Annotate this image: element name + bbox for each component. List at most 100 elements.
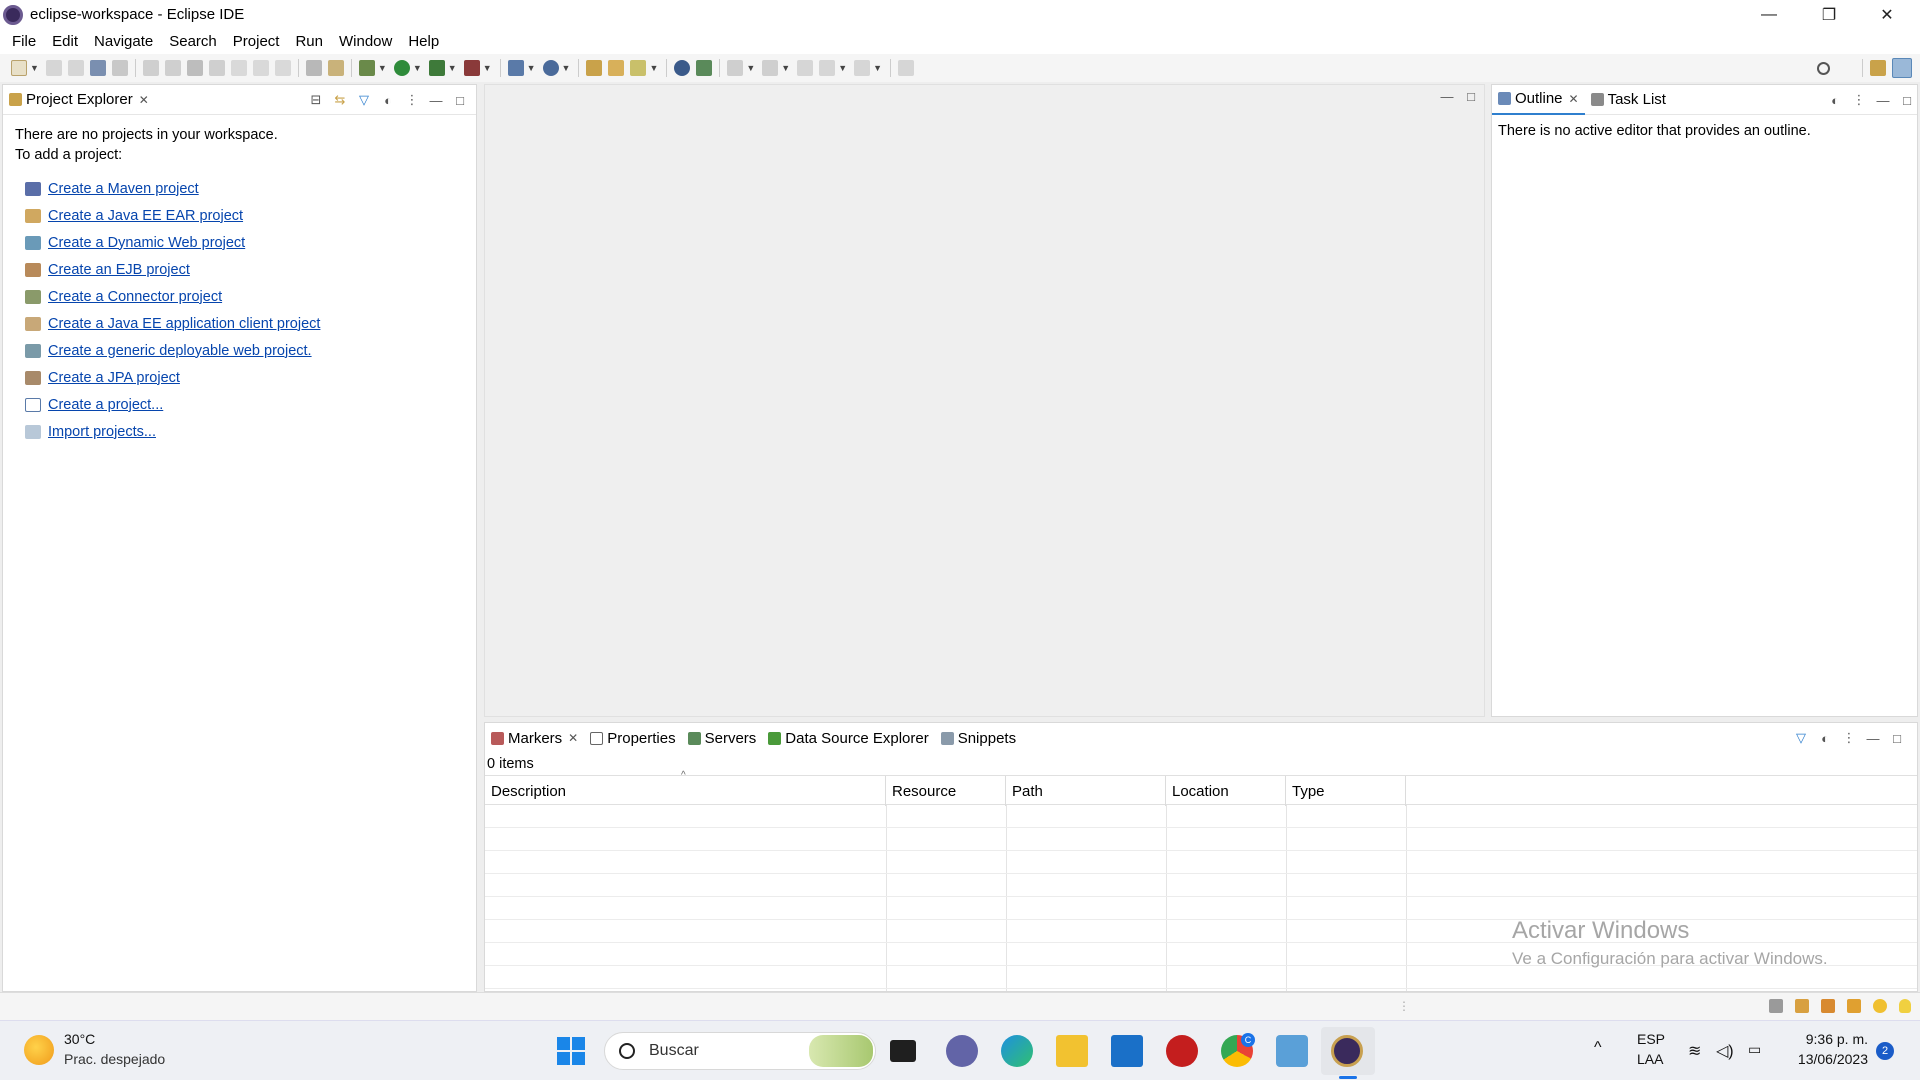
link-with-editor-icon[interactable]: ⇆ bbox=[333, 92, 347, 108]
weather-sun-icon[interactable] bbox=[24, 1035, 54, 1065]
create-project-link[interactable]: Create a project... bbox=[48, 397, 163, 413]
view-menu-icon[interactable]: ⋮ bbox=[1842, 730, 1856, 746]
toggle-mark-icon[interactable] bbox=[305, 60, 322, 76]
menu-edit[interactable]: Edit bbox=[44, 33, 86, 50]
tab-snippets[interactable]: Snippets bbox=[935, 723, 1022, 753]
menu-project[interactable]: Project bbox=[225, 33, 288, 50]
collapse-all-icon[interactable]: ⊟ bbox=[309, 92, 323, 108]
new-web-icon[interactable] bbox=[542, 60, 559, 76]
publish-icon[interactable] bbox=[696, 60, 713, 76]
forward-icon[interactable] bbox=[854, 60, 871, 76]
save-all-icon[interactable] bbox=[67, 60, 84, 76]
maximize-view-icon[interactable]: □ bbox=[1900, 93, 1914, 108]
lightbulb-icon[interactable] bbox=[1899, 999, 1911, 1013]
menu-help[interactable]: Help bbox=[400, 33, 447, 50]
create-deployable-web-project-link[interactable]: Create a generic deployable web project. bbox=[48, 343, 312, 359]
filter-icon[interactable]: ▽ bbox=[357, 92, 371, 108]
minimize-editor-icon[interactable]: — bbox=[1440, 89, 1454, 104]
create-maven-project-link[interactable]: Create a Maven project bbox=[48, 181, 199, 197]
tab-properties[interactable]: Properties bbox=[584, 723, 681, 753]
run-dropdown-icon[interactable]: ▼ bbox=[413, 63, 422, 73]
minimize-view-icon[interactable]: — bbox=[429, 93, 443, 108]
control-panel-icon[interactable] bbox=[1276, 1035, 1308, 1067]
create-dynamic-web-project-link[interactable]: Create a Dynamic Web project bbox=[48, 235, 245, 251]
language-line1[interactable]: ESP bbox=[1637, 1031, 1665, 1047]
maximize-view-icon[interactable]: □ bbox=[1890, 731, 1904, 746]
column-location[interactable]: Location bbox=[1166, 776, 1286, 806]
save-icon[interactable] bbox=[45, 60, 62, 76]
step-into-icon[interactable] bbox=[230, 60, 247, 76]
pin-editor-icon[interactable] bbox=[898, 60, 915, 76]
new-server-icon[interactable] bbox=[507, 60, 524, 76]
focus-icon[interactable]: ◐ bbox=[381, 93, 395, 108]
menu-window[interactable]: Window bbox=[331, 33, 400, 50]
close-tab-icon[interactable]: ✕ bbox=[568, 731, 578, 745]
tab-markers[interactable]: Markers ✕ bbox=[485, 723, 584, 753]
new-server-dropdown-icon[interactable]: ▼ bbox=[527, 63, 536, 73]
minimize-view-icon[interactable]: — bbox=[1876, 93, 1890, 108]
task-view-icon[interactable] bbox=[890, 1040, 916, 1062]
coverage-icon[interactable] bbox=[428, 60, 445, 76]
tab-task-list[interactable]: Task List bbox=[1585, 85, 1672, 115]
column-type[interactable]: Type bbox=[1286, 776, 1406, 806]
minimize-button[interactable]: — bbox=[1740, 0, 1798, 29]
close-button[interactable]: ✕ bbox=[1858, 0, 1916, 29]
antivirus-icon[interactable] bbox=[1166, 1035, 1198, 1067]
create-ejb-project-link[interactable]: Create an EJB project bbox=[48, 262, 190, 278]
menu-navigate[interactable]: Navigate bbox=[86, 33, 161, 50]
forward-dropdown-icon[interactable]: ▼ bbox=[873, 63, 882, 73]
create-ear-project-link[interactable]: Create a Java EE EAR project bbox=[48, 208, 243, 224]
focus-icon[interactable]: ◐ bbox=[1828, 93, 1842, 108]
terminal-icon[interactable] bbox=[89, 60, 106, 76]
volume-icon[interactable]: ◁) bbox=[1716, 1041, 1734, 1061]
menu-file[interactable]: File bbox=[4, 33, 44, 50]
run-icon[interactable] bbox=[393, 60, 410, 76]
windows-start-icon[interactable] bbox=[555, 1035, 587, 1067]
previous-annotation-dropdown-icon[interactable]: ▼ bbox=[781, 63, 790, 73]
update-icon[interactable] bbox=[1873, 999, 1887, 1013]
step-return-icon[interactable] bbox=[274, 60, 291, 76]
maximize-view-icon[interactable]: □ bbox=[453, 93, 467, 108]
previous-annotation-icon[interactable] bbox=[762, 60, 779, 76]
maximize-editor-icon[interactable]: □ bbox=[1464, 89, 1478, 104]
book-icon[interactable] bbox=[1795, 999, 1809, 1013]
view-menu-icon[interactable]: ⋮ bbox=[1852, 92, 1866, 108]
taskbar-search-box[interactable]: Buscar bbox=[604, 1032, 876, 1070]
graduation-icon[interactable] bbox=[1821, 999, 1835, 1013]
next-annotation-icon[interactable] bbox=[727, 60, 744, 76]
focus-icon[interactable]: ◐ bbox=[1818, 731, 1832, 746]
open-type-icon[interactable] bbox=[586, 60, 603, 76]
clock-date[interactable]: 13/06/2023 bbox=[1788, 1051, 1868, 1067]
tab-outline[interactable]: Outline ✕ bbox=[1492, 85, 1585, 115]
import-projects-link[interactable]: Import projects... bbox=[48, 424, 156, 440]
skip-breakpoints-icon[interactable] bbox=[111, 60, 128, 76]
view-menu-icon[interactable]: ⋮ bbox=[405, 92, 419, 108]
terminate-icon[interactable] bbox=[186, 60, 203, 76]
search-icon[interactable] bbox=[1817, 61, 1830, 75]
minimize-view-icon[interactable]: — bbox=[1866, 731, 1880, 746]
close-tab-icon[interactable]: ✕ bbox=[139, 93, 149, 107]
create-jpa-project-link[interactable]: Create a JPA project bbox=[48, 370, 180, 386]
coverage-dropdown-icon[interactable]: ▼ bbox=[448, 63, 457, 73]
next-annotation-dropdown-icon[interactable]: ▼ bbox=[746, 63, 755, 73]
back-dropdown-icon[interactable]: ▼ bbox=[838, 63, 847, 73]
browser-icon[interactable] bbox=[674, 60, 691, 76]
new-web-dropdown-icon[interactable]: ▼ bbox=[562, 63, 571, 73]
disconnect-icon[interactable] bbox=[208, 60, 225, 76]
step-over-icon[interactable] bbox=[252, 60, 269, 76]
terminal-status-icon[interactable] bbox=[1769, 999, 1783, 1013]
create-connector-project-link[interactable]: Create a Connector project bbox=[48, 289, 222, 305]
edge-icon[interactable] bbox=[1001, 1035, 1033, 1067]
tab-data-source-explorer[interactable]: Data Source Explorer bbox=[762, 723, 934, 753]
suspend-icon[interactable] bbox=[164, 60, 181, 76]
new-icon[interactable] bbox=[11, 60, 27, 76]
clock-time[interactable]: 9:36 p. m. bbox=[1788, 1031, 1868, 1047]
debug-dropdown-icon[interactable]: ▼ bbox=[378, 63, 387, 73]
tab-project-explorer[interactable]: Project Explorer ✕ bbox=[3, 85, 155, 115]
close-tab-icon[interactable]: ✕ bbox=[1569, 92, 1579, 106]
open-task-icon[interactable] bbox=[608, 60, 625, 76]
search-tool-dropdown-icon[interactable]: ▼ bbox=[649, 63, 658, 73]
last-edit-icon[interactable] bbox=[797, 60, 814, 76]
file-explorer-icon[interactable] bbox=[1056, 1035, 1088, 1067]
weather-desc[interactable]: Prac. despejado bbox=[64, 1051, 165, 1067]
